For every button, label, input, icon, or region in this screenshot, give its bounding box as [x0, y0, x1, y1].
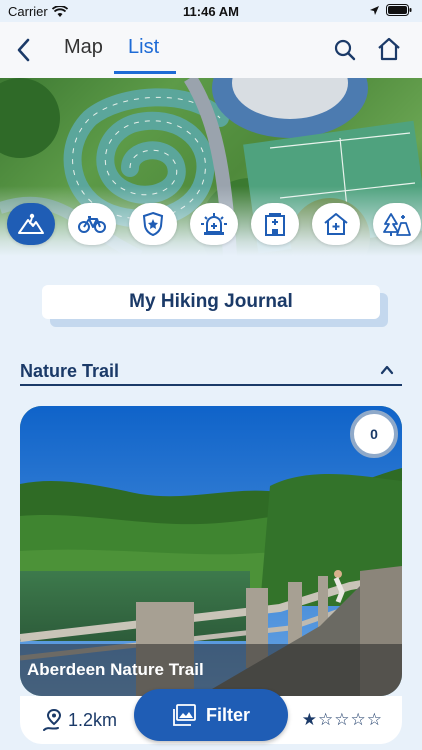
trail-distance: 1.2km: [42, 708, 117, 732]
star-filled-icon: ★: [301, 710, 317, 729]
back-arrow-icon[interactable]: [12, 36, 36, 64]
category-cycling-button[interactable]: [68, 203, 116, 245]
status-bar: Carrier 11:46 AM: [0, 0, 422, 22]
status-right: [369, 4, 412, 16]
my-hiking-journal-button[interactable]: My Hiking Journal: [42, 285, 380, 319]
search-icon[interactable]: [333, 38, 357, 62]
status-time: 11:46 AM: [183, 4, 239, 19]
tab-list[interactable]: List: [128, 36, 159, 59]
star-empty-icon: ☆: [366, 710, 382, 729]
route-pin-icon: [43, 708, 62, 731]
category-hospital-button[interactable]: [251, 203, 299, 245]
section-header[interactable]: Nature Trail: [20, 358, 402, 386]
shelter-icon: [324, 213, 348, 235]
category-filter-row: [0, 203, 422, 249]
trail-count-badge: 0: [350, 410, 398, 458]
trail-card[interactable]: Aberdeen Nature Trail 0: [20, 406, 402, 696]
star-empty-icon: ☆: [334, 710, 350, 729]
location-arrow-icon: [370, 5, 379, 15]
hospital-icon: [265, 213, 285, 236]
trail-name: Aberdeen Nature Trail: [27, 660, 204, 679]
trail-distance-value: 1.2km: [68, 709, 118, 730]
campsite-icon: [383, 213, 411, 236]
star-empty-icon: ☆: [318, 710, 334, 729]
filter-label: Filter: [205, 704, 250, 725]
top-nav-bar: Map List: [0, 22, 422, 78]
battery-icon: [386, 4, 412, 16]
police-badge-icon: [142, 211, 164, 237]
filter-button[interactable]: Filter: [134, 689, 288, 741]
category-hiking-button[interactable]: [7, 203, 55, 245]
star-empty-icon: ☆: [350, 710, 366, 729]
image-gallery-icon: [173, 704, 196, 726]
tab-active-indicator: [114, 71, 176, 74]
hiking-icon: [18, 213, 44, 234]
section-title: Nature Trail: [20, 361, 120, 381]
chevron-up-icon[interactable]: [380, 364, 394, 376]
home-icon[interactable]: [376, 36, 402, 62]
bicycle-icon: [78, 216, 106, 233]
category-campsite-button[interactable]: [373, 203, 421, 245]
category-police-button[interactable]: [129, 203, 177, 245]
trail-rating: ★ ☆ ☆ ☆ ☆: [302, 710, 382, 730]
siren-icon: [201, 213, 227, 235]
tab-map[interactable]: Map: [64, 36, 103, 59]
category-shelter-button[interactable]: [312, 203, 360, 245]
category-emergency-button[interactable]: [190, 203, 238, 245]
